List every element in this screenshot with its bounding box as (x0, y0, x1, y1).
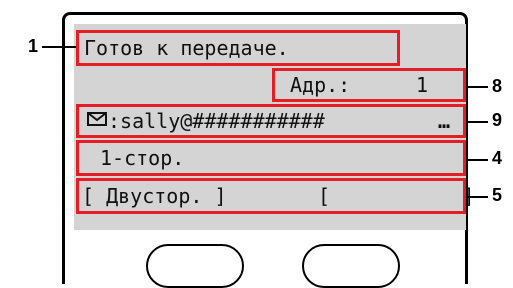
destination-text: :sally@########### (108, 109, 325, 133)
address-value: 1 (416, 73, 429, 97)
left-softkey-button[interactable] (146, 244, 244, 288)
callout-line-8 (466, 86, 488, 88)
callout-number-4: 4 (492, 148, 503, 168)
callout-line-1 (42, 46, 76, 48)
softkey-right-label: [ ] (318, 184, 475, 208)
destination-ellipsis: … (438, 109, 451, 133)
callout-number-5: 5 (492, 185, 503, 205)
callout-line-4 (466, 159, 488, 161)
callout-number-9: 9 (492, 110, 503, 130)
callout-line-5 (466, 196, 488, 198)
callout-number-8: 8 (492, 76, 503, 96)
right-softkey-button[interactable] (302, 244, 400, 288)
callout-number-1: 1 (28, 36, 39, 56)
softkey-left-label: [ Двустор. ] (82, 184, 227, 208)
callout-line-9 (466, 121, 488, 123)
duplex-mode-text: 1-стор. (100, 146, 185, 170)
address-label: Адр.: (290, 73, 351, 97)
status-text: Готов к передаче. (84, 36, 289, 60)
envelope-icon (87, 112, 107, 126)
